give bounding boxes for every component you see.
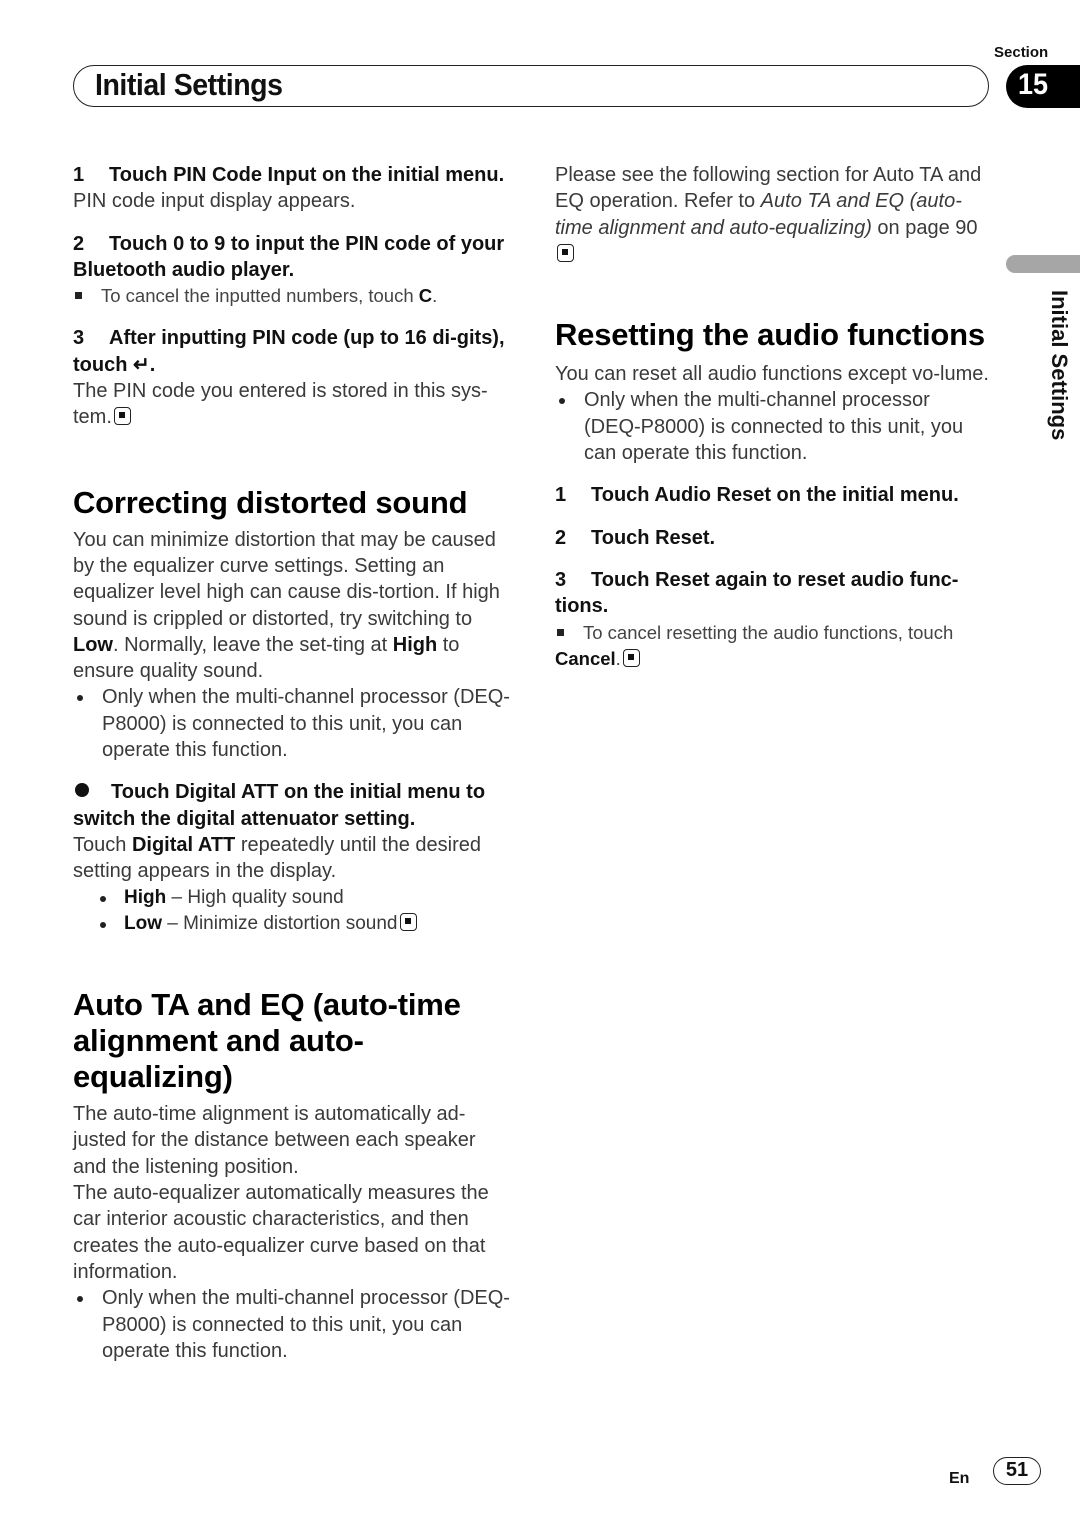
enter-icon: ↵ <box>133 353 150 376</box>
page-title: Initial Settings <box>95 67 283 102</box>
language-label: En <box>949 1470 970 1487</box>
side-section-label: Initial Settings <box>1047 290 1072 441</box>
step-number: 2 <box>73 232 85 255</box>
resetting-paragraph: You can reset all audio functions except… <box>555 363 989 386</box>
bullet-icon <box>100 921 106 928</box>
bullet-icon <box>77 695 83 702</box>
end-mark-icon <box>622 648 640 667</box>
step-number: 2 <box>555 526 567 549</box>
heading-resetting-audio: Resetting the audio functions <box>555 317 985 353</box>
pin-step-1-body: PIN code input display appears. <box>73 190 356 213</box>
pin-step-2: 2 Touch 0 to 9 to input the PIN code of y… <box>73 231 513 284</box>
step-text: Touch 0 to 9 to input the PIN code of yo… <box>73 232 505 281</box>
right-column: Please see the following section for Aut… <box>555 162 990 672</box>
option-low: Low – Minimize distortion sound <box>73 911 513 937</box>
note-square-icon <box>557 628 564 636</box>
auto-ta-reference: Please see the following section for Aut… <box>555 162 990 267</box>
auto-ta-bullet: Only when the multi-channel processor (D… <box>73 1285 513 1364</box>
end-mark-icon <box>113 407 131 426</box>
bullet-icon <box>100 895 106 902</box>
bullet-icon <box>559 398 565 405</box>
correcting-paragraph: You can minimize distortion that may be … <box>73 528 500 683</box>
pin-step-3-body: The PIN code you entered is stored in th… <box>73 380 488 429</box>
page-number: 51 <box>993 1457 1041 1485</box>
end-mark-icon <box>399 912 417 931</box>
step-number: 1 <box>555 484 567 507</box>
end-mark-icon <box>557 243 574 262</box>
step-bullet-icon <box>75 783 89 798</box>
bullet-icon <box>77 1296 83 1303</box>
heading-correcting-distorted-sound: Correcting distorted sound <box>73 484 468 520</box>
pin-step-2-note: To cancel the inputted numbers, touch C. <box>73 283 513 309</box>
step-text: Touch PIN Code Input on the initial menu… <box>109 164 505 186</box>
digital-att-step: Touch Digital ATT on the initial menu to… <box>73 781 486 830</box>
pin-step-1: 1 Touch PIN Code Input on the initial men… <box>73 162 513 188</box>
section-label: Section <box>994 44 1049 61</box>
pin-step-3: 3 After inputting PIN code (up to 16 di-g… <box>73 327 505 376</box>
resetting-bullet: Only when the multi-channel processor (D… <box>555 387 990 466</box>
auto-ta-paragraph-2: The auto-equalizer automatically measure… <box>73 1182 489 1283</box>
correcting-bullet: Only when the multi-channel processor (D… <box>73 684 513 763</box>
heading-auto-ta-eq: Auto TA and EQ (auto-time alignment and … <box>73 987 461 1095</box>
option-high: High – High quality sound <box>73 885 513 911</box>
reset-step-3: 3 Touch Reset again to reset audio func-t… <box>555 568 959 618</box>
reset-step-1: 1 Touch Audio Reset on the initial menu. <box>555 482 990 508</box>
step-number: 3 <box>555 568 567 591</box>
left-column: 1 Touch PIN Code Input on the initial men… <box>73 162 513 1364</box>
auto-ta-paragraph-1: The auto-time alignment is automatically… <box>73 1103 476 1178</box>
note-square-icon <box>75 292 82 300</box>
step-number: 1 <box>73 164 85 186</box>
reset-note-cont: Cancel. <box>555 646 990 672</box>
section-number: 15 <box>1018 68 1049 101</box>
reset-note: To cancel resetting the audio functions,… <box>555 620 990 646</box>
reset-step-2: 2 Touch Reset. <box>555 525 990 551</box>
digital-att-body: Touch Digital ATT repeatedly until the d… <box>73 833 481 883</box>
side-tab-marker <box>1006 255 1080 273</box>
step-number: 3 <box>73 327 85 350</box>
